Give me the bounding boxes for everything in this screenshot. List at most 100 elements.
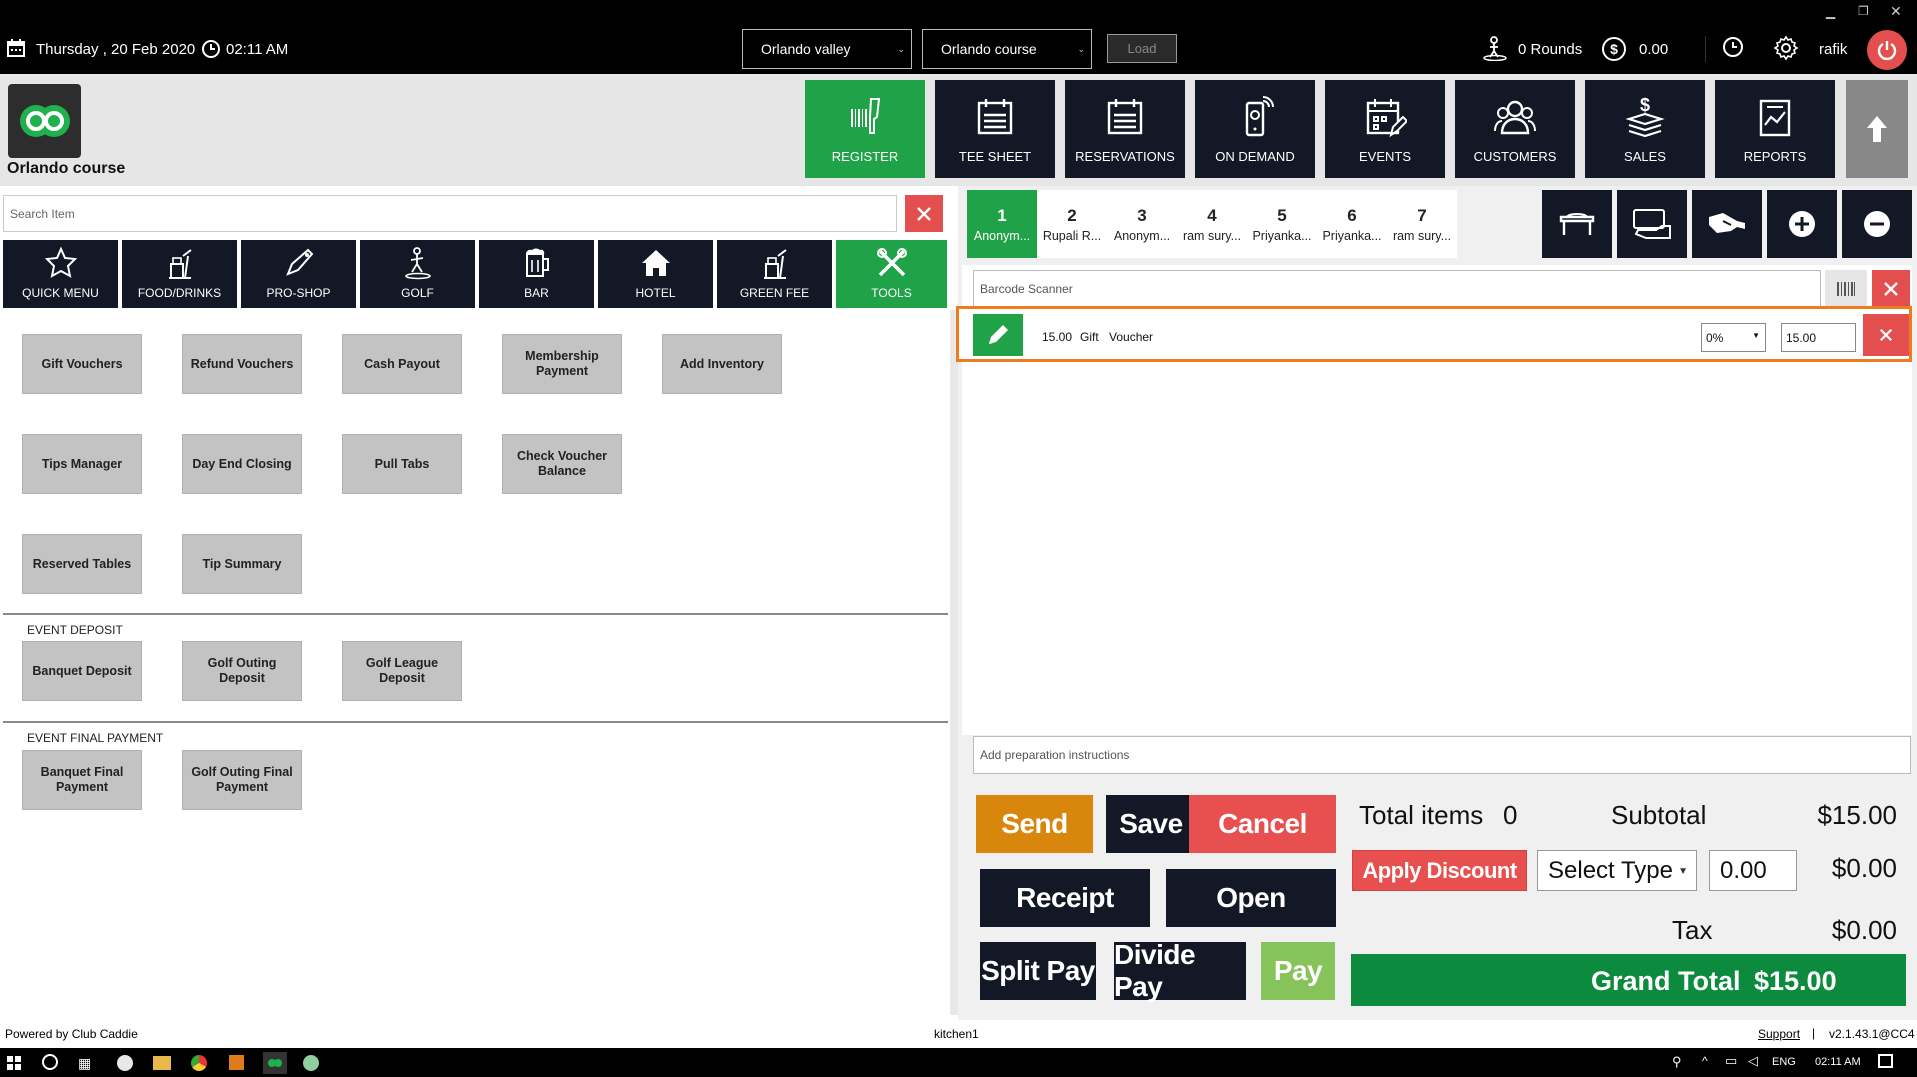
nav-register[interactable]: REGISTER: [805, 80, 925, 178]
tool-membership-payment[interactable]: Membership Payment: [502, 334, 622, 394]
tool-check-voucher-balance[interactable]: Check Voucher Balance: [502, 434, 622, 494]
tool-tips-manager[interactable]: Tips Manager: [22, 434, 142, 494]
add-order-button[interactable]: [1767, 190, 1837, 258]
nav-reports[interactable]: REPORTS: [1715, 80, 1835, 178]
app-icon[interactable]: [303, 1055, 319, 1071]
nav-on-demand[interactable]: ON DEMAND: [1195, 80, 1315, 178]
task-view-icon[interactable]: ▦: [78, 1055, 91, 1072]
browser-app-icon[interactable]: [117, 1055, 133, 1071]
panel-splitter[interactable]: [950, 310, 958, 1015]
receipt-button[interactable]: Receipt: [980, 869, 1150, 927]
tool-gift-vouchers[interactable]: Gift Vouchers: [22, 334, 142, 394]
swipe-card-button[interactable]: [1617, 190, 1687, 258]
load-button[interactable]: Load: [1107, 34, 1177, 63]
order-tab-name: Rupali R...: [1042, 228, 1102, 243]
category-pro-shop[interactable]: PRO-SHOP: [241, 240, 356, 308]
open-button[interactable]: Open: [1166, 869, 1336, 927]
order-tab-5[interactable]: 5 Priyanka...: [1247, 190, 1317, 258]
preparation-instructions-input[interactable]: Add preparation instructions: [973, 736, 1911, 774]
course-select-primary[interactable]: Orlando valley ⌄: [742, 29, 912, 69]
tool-tip-summary[interactable]: Tip Summary: [182, 534, 302, 594]
windows-start-icon[interactable]: [7, 1056, 21, 1070]
taskbar-clock[interactable]: 02:11 AM: [1815, 1056, 1861, 1068]
folder-icon[interactable]: [153, 1056, 171, 1070]
people-icon[interactable]: ⚲: [1672, 1054, 1682, 1070]
club-caddie-taskbar-icon[interactable]: [263, 1052, 287, 1074]
pay-button[interactable]: Pay: [1261, 942, 1335, 1000]
remove-order-button[interactable]: [1842, 190, 1912, 258]
discount-value-input[interactable]: 0.00: [1709, 850, 1797, 891]
search-input[interactable]: Search Item: [3, 195, 897, 232]
close-window-icon[interactable]: ✕: [1890, 3, 1902, 20]
tool-refund-vouchers[interactable]: Refund Vouchers: [182, 334, 302, 394]
scroll-up-button[interactable]: [1846, 80, 1908, 178]
chrome-icon[interactable]: [191, 1055, 207, 1071]
search-icon[interactable]: [42, 1054, 58, 1070]
nav-customers[interactable]: CUSTOMERS: [1455, 80, 1575, 178]
table-button[interactable]: [1542, 190, 1612, 258]
grand-total-label: Grand Total: [1591, 966, 1741, 996]
order-tab-4[interactable]: 4 ram sury...: [1177, 190, 1247, 258]
category-hotel[interactable]: HOTEL: [598, 240, 713, 308]
edit-item-button[interactable]: [973, 314, 1023, 356]
barcode-button[interactable]: [1825, 270, 1867, 308]
clear-scanner-button[interactable]: [1872, 270, 1910, 308]
tool-add-inventory[interactable]: Add Inventory: [662, 334, 782, 394]
apply-discount-button[interactable]: Apply Discount: [1352, 850, 1527, 891]
minimize-icon[interactable]: ▁: [1826, 5, 1835, 19]
tool-golf-outing-final-payment[interactable]: Golf Outing Final Payment: [182, 750, 302, 810]
order-tab-1[interactable]: 1 Anonym...: [967, 190, 1037, 258]
category-food-drinks[interactable]: FOOD/DRINKS: [122, 240, 237, 308]
category-tools[interactable]: TOOLS: [836, 240, 947, 308]
order-tab-2[interactable]: 2 Rupali R...: [1037, 190, 1107, 258]
order-tab-name: Anonym...: [973, 228, 1031, 243]
nav-tee-sheet[interactable]: TEE SHEET: [935, 80, 1055, 178]
tool-golf-outing-deposit[interactable]: Golf Outing Deposit: [182, 641, 302, 701]
category-golf[interactable]: GOLF: [360, 240, 475, 308]
category-quick-menu[interactable]: QUICK MENU: [3, 240, 118, 308]
category-bar[interactable]: BAR: [479, 240, 594, 308]
restore-icon[interactable]: ❐: [1858, 4, 1869, 18]
volume-icon[interactable]: ◁: [1748, 1053, 1758, 1069]
tool-reserved-tables[interactable]: Reserved Tables: [22, 534, 142, 594]
history-clock-icon[interactable]: [1705, 36, 1755, 62]
split-pay-button[interactable]: Split Pay: [980, 942, 1096, 1000]
item-discount-select[interactable]: 0% ▼: [1701, 323, 1766, 352]
order-tab-6[interactable]: 6 Priyanka...: [1317, 190, 1387, 258]
send-button[interactable]: Send: [976, 795, 1093, 853]
sublime-icon[interactable]: [229, 1055, 244, 1070]
language-indicator[interactable]: ENG: [1772, 1056, 1796, 1068]
order-tab-name: Priyanka...: [1322, 228, 1382, 243]
order-line-item[interactable]: [956, 306, 1912, 362]
tool-banquet-deposit[interactable]: Banquet Deposit: [22, 641, 142, 701]
power-button[interactable]: [1867, 30, 1907, 70]
tool-cash-payout[interactable]: Cash Payout: [342, 334, 462, 394]
nav-sales[interactable]: $ SALES: [1585, 80, 1705, 178]
divide-pay-button[interactable]: Divide Pay: [1114, 939, 1246, 1002]
barcode-scanner-input[interactable]: Barcode Scanner: [973, 270, 1821, 308]
order-tab-7[interactable]: 7 ram sury...: [1387, 190, 1457, 258]
tool-golf-league-deposit[interactable]: Golf League Deposit: [342, 641, 462, 701]
item-amount-input[interactable]: 15.00: [1781, 323, 1856, 352]
course-select-secondary[interactable]: Orlando course ⌄: [922, 29, 1092, 69]
tool-pull-tabs[interactable]: Pull Tabs: [342, 434, 462, 494]
support-link[interactable]: Support: [1758, 1027, 1800, 1041]
payment-hand-button[interactable]: [1692, 190, 1762, 258]
nav-events[interactable]: EVENTS: [1325, 80, 1445, 178]
clear-search-button[interactable]: [905, 195, 943, 232]
order-tab-3[interactable]: 3 Anonym...: [1107, 190, 1177, 258]
category-green-fee[interactable]: GREEN FEE: [717, 240, 832, 308]
save-button[interactable]: Save: [1106, 795, 1196, 853]
remove-item-button[interactable]: [1863, 314, 1909, 356]
network-icon[interactable]: ▭: [1725, 1053, 1737, 1069]
gear-icon[interactable]: [1773, 35, 1799, 61]
notifications-icon[interactable]: [1878, 1054, 1893, 1068]
cancel-button[interactable]: Cancel: [1189, 795, 1336, 853]
order-tab-name: Anonym...: [1113, 228, 1171, 243]
tray-up-icon[interactable]: ^: [1702, 1054, 1708, 1068]
nav-reservations[interactable]: RESERVATIONS: [1065, 80, 1185, 178]
chevron-down-icon: ⌄: [1077, 44, 1085, 54]
tool-day-end-closing[interactable]: Day End Closing: [182, 434, 302, 494]
tool-banquet-final-payment[interactable]: Banquet Final Payment: [22, 750, 142, 810]
discount-type-select[interactable]: Select Type ▼: [1537, 850, 1697, 891]
